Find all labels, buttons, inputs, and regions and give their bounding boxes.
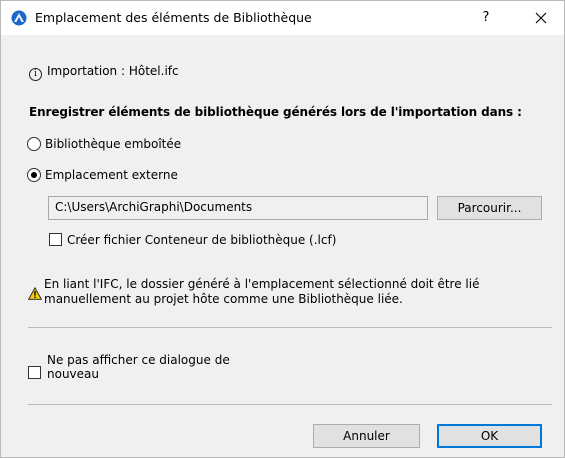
help-button[interactable]: ? <box>463 1 509 35</box>
warning-text: En liant l'IFC, le dossier généré à l'em… <box>44 277 480 306</box>
container-file-option[interactable]: Créer fichier Conteneur de bibliothèque … <box>49 233 336 247</box>
radio-external-label: Emplacement externe <box>45 168 178 182</box>
radio-external-location[interactable]: Emplacement externe <box>27 168 178 182</box>
info-icon: i <box>29 68 42 81</box>
radio-button-unchecked[interactable] <box>27 137 41 151</box>
radio-embedded-library[interactable]: Bibliothèque emboîtée <box>27 137 181 151</box>
dont-show-label: Ne pas afficher ce dialogue de nouveau <box>47 353 230 381</box>
radio-embedded-label: Bibliothèque emboîtée <box>45 137 182 151</box>
section-heading: Enregistrer éléments de bibliothèque gén… <box>29 105 522 119</box>
radio-button-checked[interactable] <box>27 168 41 182</box>
title-bar: Emplacement des éléments de Bibliothèque… <box>1 1 564 35</box>
divider <box>28 327 552 328</box>
import-info-text: Importation : Hôtel.ifc <box>47 64 179 78</box>
dialog-window: Emplacement des éléments de Bibliothèque… <box>0 0 565 458</box>
import-info: i Importation : Hôtel.ifc <box>29 64 179 81</box>
container-checkbox-label: Créer fichier Conteneur de bibliothèque … <box>67 233 337 247</box>
container-checkbox[interactable] <box>49 233 62 246</box>
cancel-button[interactable]: Annuler <box>313 424 420 448</box>
ok-button[interactable]: OK <box>437 424 542 448</box>
divider <box>28 404 552 405</box>
browse-button[interactable]: Parcourir... <box>437 196 542 220</box>
path-field[interactable]: C:\Users\ArchiGraphi\Documents <box>48 196 428 220</box>
dont-show-checkbox[interactable] <box>28 366 41 379</box>
window-title: Emplacement des éléments de Bibliothèque <box>35 10 312 25</box>
close-icon[interactable] <box>518 1 564 35</box>
warning-icon <box>28 287 42 300</box>
archicad-logo-icon <box>11 10 27 26</box>
